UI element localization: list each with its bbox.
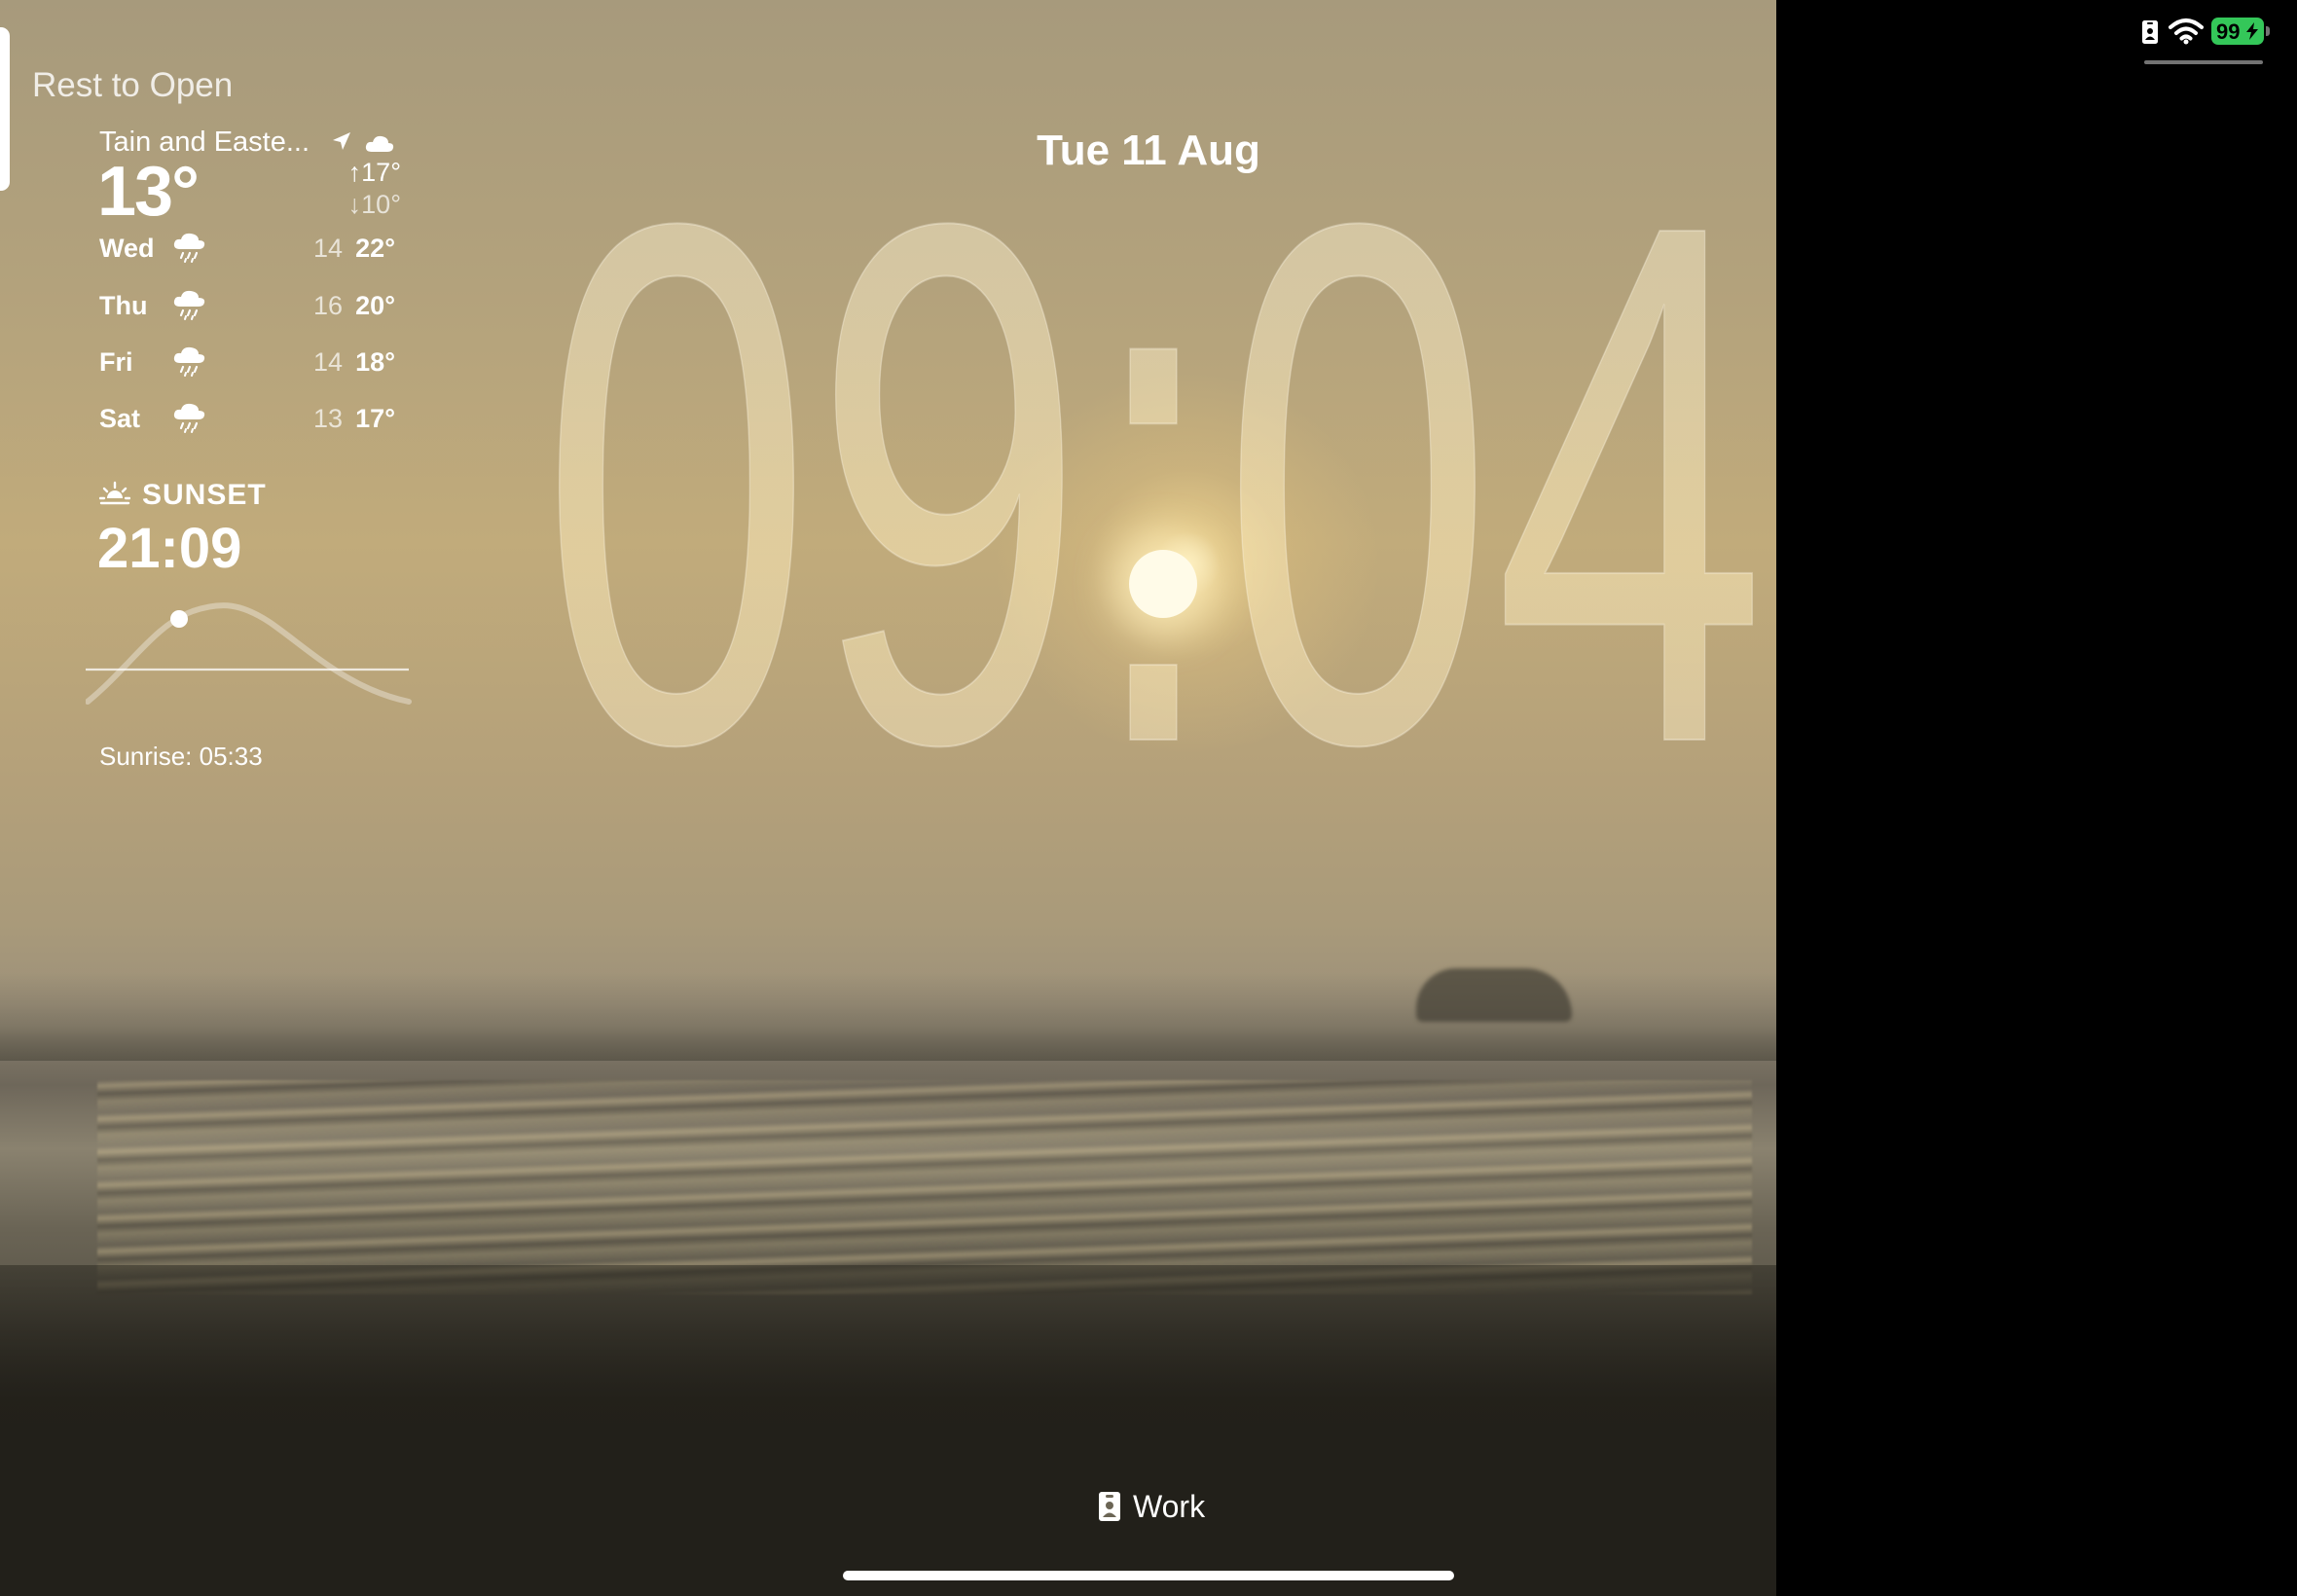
forecast-row: Thu 16 20°: [99, 285, 395, 324]
forecast-day: Sat: [99, 404, 141, 433]
status-bar-grabber[interactable]: [2144, 60, 2263, 64]
high-temperature: ↑17°: [347, 158, 401, 187]
forecast-high: 18°: [355, 347, 395, 377]
battery-indicator: 99: [2211, 18, 2264, 45]
sunset-label: SUNSET: [142, 479, 267, 511]
clock-time: 09:04: [540, 185, 1767, 769]
low-temperature: ↓10°: [347, 190, 401, 219]
forecast-high: 20°: [355, 291, 395, 320]
forecast-low: 14: [312, 234, 343, 263]
forecast-high: 22°: [355, 234, 395, 263]
focus-mode-indicator[interactable]: Work: [1090, 1489, 1207, 1528]
cloud-rain-icon: [173, 346, 205, 377]
water-reflection: [97, 1080, 1752, 1294]
sunset-icon: [99, 481, 130, 505]
rest-to-open-hint: Rest to Open: [32, 66, 234, 104]
lock-screen: Rest to Open Tain and Easte... 13° ↑17° …: [0, 0, 2297, 1596]
home-indicator[interactable]: [843, 1571, 1454, 1580]
sunrise-time: Sunrise: 05:33: [99, 742, 263, 771]
cloud-rain-icon: [173, 403, 205, 433]
forecast-low: 14: [312, 347, 343, 377]
focus-id-badge-icon: [2142, 20, 2158, 44]
id-badge-icon: [1099, 1492, 1120, 1521]
forecast-row: Fri 14 18°: [99, 342, 395, 381]
forecast-day: Fri: [99, 347, 133, 377]
wifi-icon: [2169, 18, 2204, 45]
location-arrow-icon: [333, 132, 350, 150]
forecast-low: 16: [312, 291, 343, 320]
forecast-day: Wed: [99, 234, 155, 263]
battery-level: 99: [2216, 19, 2241, 44]
distant-trees: [1416, 968, 1572, 1022]
cloud-rain-icon: [173, 290, 205, 320]
shoreline: [0, 1265, 1776, 1596]
edge-handle[interactable]: [0, 27, 10, 191]
cloud-icon: [365, 135, 394, 152]
charging-bolt-icon: [2246, 22, 2258, 40]
cloud-rain-icon: [173, 233, 205, 263]
sunset-time: 21:09: [97, 517, 242, 580]
forecast-low: 13: [312, 404, 343, 433]
sun-path-chart: [86, 602, 412, 705]
forecast-row: Wed 14 22°: [99, 228, 395, 267]
lock-screen-date[interactable]: Tue 11 Aug: [954, 127, 1343, 175]
sun-position-dot: [170, 610, 188, 628]
forecast-day: Thu: [99, 291, 148, 320]
lock-screen-clock[interactable]: 09:04: [526, 185, 1781, 769]
weather-widget[interactable]: Tain and Easte... 13° ↑17° ↓10° Wed 14 2…: [97, 127, 401, 438]
current-temperature: 13°: [97, 153, 200, 231]
forecast-row: Sat 13 17°: [99, 398, 395, 437]
forecast-high: 17°: [355, 404, 395, 433]
focus-mode-label: Work: [1133, 1489, 1206, 1524]
sunset-widget[interactable]: SUNSET 21:09 Sunrise: 05:33: [86, 477, 417, 779]
battery-nub: [2266, 26, 2270, 36]
